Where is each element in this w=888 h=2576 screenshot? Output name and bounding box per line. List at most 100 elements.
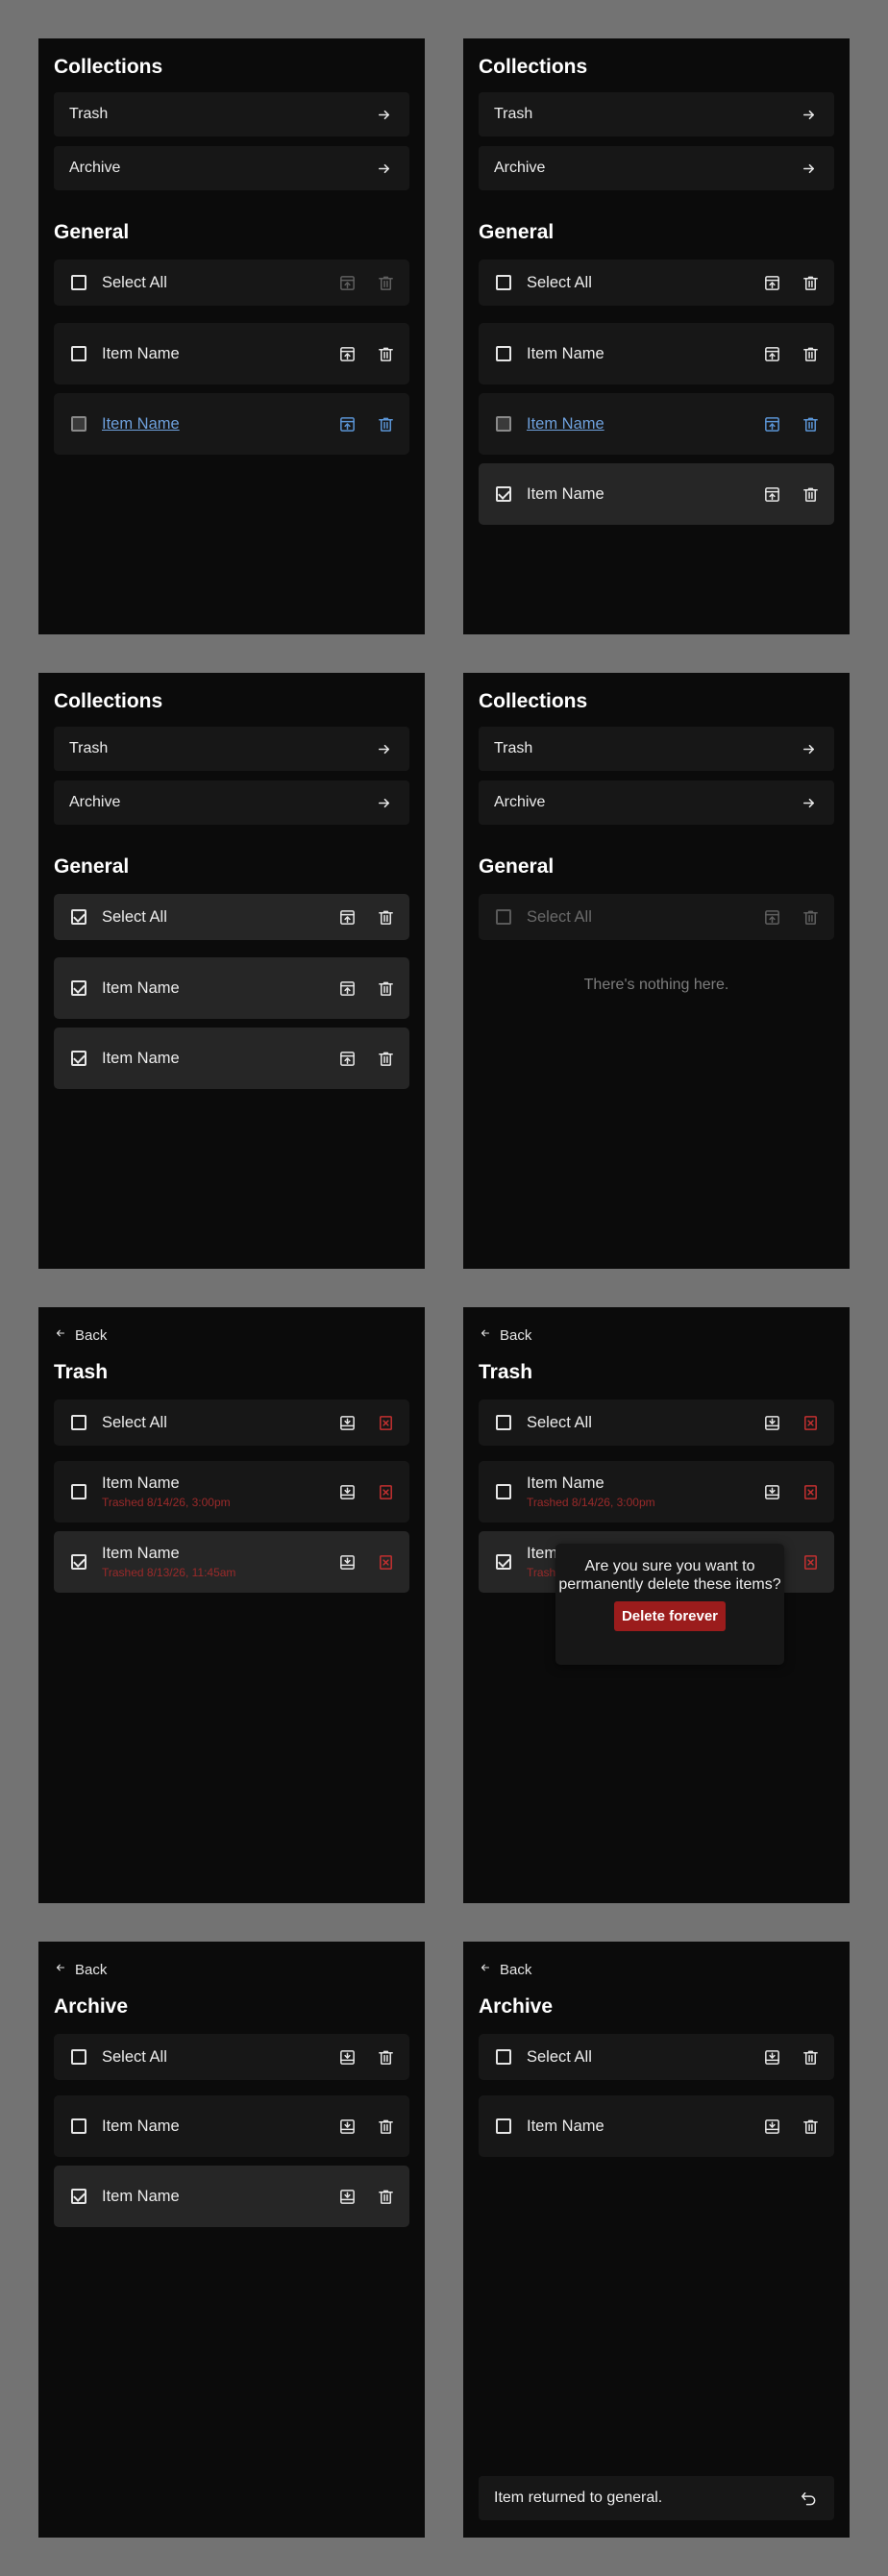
list-item-selected[interactable]: Item Name <box>479 463 834 525</box>
unarchive-icon[interactable] <box>761 2046 782 2068</box>
arrow-right-icon <box>373 792 394 813</box>
archive-icon[interactable] <box>336 1048 358 1069</box>
select-all-row[interactable]: Select All <box>54 2034 409 2080</box>
archived-item[interactable]: Item Name <box>479 2095 834 2157</box>
trash-icon[interactable] <box>375 978 396 999</box>
trash-icon[interactable] <box>375 2046 396 2068</box>
trash-icon[interactable] <box>375 343 396 364</box>
item-checkbox[interactable] <box>71 346 86 361</box>
nav-archive[interactable]: Archive <box>54 146 409 190</box>
trash-icon[interactable] <box>800 413 821 434</box>
archive-icon[interactable] <box>761 413 782 434</box>
item-checkbox[interactable] <box>496 1484 511 1499</box>
list-item-selected[interactable]: Item Name <box>54 957 409 1019</box>
back-link[interactable]: Back <box>54 1961 107 1978</box>
item-checkbox-checked[interactable] <box>496 486 511 502</box>
delete-x-icon[interactable] <box>800 1412 821 1433</box>
archive-icon[interactable] <box>761 272 782 293</box>
delete-x-icon[interactable] <box>375 1551 396 1573</box>
archived-item-selected[interactable]: Item Name <box>54 2166 409 2227</box>
select-all-row[interactable]: Select All <box>54 894 409 940</box>
select-all-checkbox[interactable] <box>496 1415 511 1430</box>
trash-icon[interactable] <box>375 2186 396 2207</box>
nav-trash[interactable]: Trash <box>479 92 834 136</box>
trash-icon[interactable] <box>800 272 821 293</box>
item-checkbox-checked[interactable] <box>71 1051 86 1066</box>
list-item-hover[interactable]: Item Name <box>54 393 409 455</box>
item-checkbox[interactable] <box>496 2118 511 2134</box>
list-item-selected[interactable]: Item Name <box>54 1028 409 1089</box>
trash-icon[interactable] <box>375 413 396 434</box>
select-all-row[interactable]: Select All <box>479 2034 834 2080</box>
undo-icon[interactable] <box>798 2488 819 2509</box>
trashed-item-selected[interactable]: Item NameTrashed 8/13/26, 11:45am <box>54 1531 409 1593</box>
item-checkbox[interactable] <box>71 416 86 432</box>
select-all-checkbox[interactable] <box>496 2049 511 2065</box>
archive-icon[interactable] <box>336 343 358 364</box>
item-checkbox[interactable] <box>71 2118 86 2134</box>
select-all-checkbox[interactable] <box>71 275 86 290</box>
nav-archive[interactable]: Archive <box>479 780 834 825</box>
unarchive-icon[interactable] <box>761 1412 782 1433</box>
back-link[interactable]: Back <box>479 1961 531 1978</box>
unarchive-icon[interactable] <box>761 2116 782 2137</box>
delete-x-icon[interactable] <box>800 1481 821 1502</box>
delete-x-icon[interactable] <box>375 1481 396 1502</box>
confirm-message: Are you sure you want to permanently del… <box>558 1558 781 1593</box>
unarchive-icon[interactable] <box>336 2046 358 2068</box>
archive-icon[interactable] <box>761 343 782 364</box>
archive-icon[interactable] <box>336 906 358 928</box>
empty-state-text: There's nothing here. <box>583 977 729 993</box>
nav-trash[interactable]: Trash <box>54 727 409 771</box>
item-checkbox-checked[interactable] <box>496 1554 511 1570</box>
nav-archive[interactable]: Archive <box>54 780 409 825</box>
item-checkbox-checked[interactable] <box>71 980 86 996</box>
select-all-checkbox[interactable] <box>496 275 511 290</box>
back-link[interactable]: Back <box>54 1326 107 1344</box>
nav-trash[interactable]: Trash <box>479 727 834 771</box>
trash-icon[interactable] <box>800 2046 821 2068</box>
unarchive-icon[interactable] <box>336 1551 358 1573</box>
item-checkbox-checked[interactable] <box>71 2189 86 2204</box>
list-item-hover[interactable]: Item Name <box>479 393 834 455</box>
nav-trash[interactable]: Trash <box>54 92 409 136</box>
nav-archive[interactable]: Archive <box>479 146 834 190</box>
trashed-item[interactable]: Item Name Trashed 8/14/26, 3:00pm <box>479 1461 834 1523</box>
select-all-checkbox[interactable] <box>71 2049 86 2065</box>
item-checkbox[interactable] <box>496 416 511 432</box>
delete-x-icon[interactable] <box>375 1412 396 1433</box>
item-checkbox[interactable] <box>496 346 511 361</box>
select-all-row[interactable]: Select All <box>54 260 409 306</box>
trash-icon[interactable] <box>800 483 821 505</box>
general-heading: General <box>54 855 130 878</box>
unarchive-icon[interactable] <box>336 1481 358 1502</box>
trash-icon[interactable] <box>375 272 396 293</box>
list-item[interactable]: Item Name <box>479 323 834 384</box>
delete-forever-button[interactable]: Delete forever <box>613 1601 727 1631</box>
archive-icon[interactable] <box>336 978 358 999</box>
list-item[interactable]: Item Name <box>54 323 409 384</box>
select-all-row[interactable]: Select All <box>479 260 834 306</box>
select-all-checkbox[interactable] <box>71 1415 86 1430</box>
trash-icon[interactable] <box>375 906 396 928</box>
select-all-row[interactable]: Select All <box>54 1399 409 1446</box>
trashed-item[interactable]: Item Name Trashed 8/14/26, 3:00pm <box>54 1461 409 1523</box>
trash-icon[interactable] <box>375 2116 396 2137</box>
unarchive-icon[interactable] <box>336 2186 358 2207</box>
archive-icon[interactable] <box>336 413 358 434</box>
item-checkbox-checked[interactable] <box>71 1554 86 1570</box>
back-link[interactable]: Back <box>479 1326 531 1344</box>
delete-x-icon[interactable] <box>800 1551 821 1573</box>
trash-icon[interactable] <box>800 343 821 364</box>
archive-icon[interactable] <box>336 272 358 293</box>
select-all-checkbox-checked[interactable] <box>71 909 86 925</box>
unarchive-icon[interactable] <box>336 2116 358 2137</box>
select-all-row[interactable]: Select All <box>479 1399 834 1446</box>
item-checkbox[interactable] <box>71 1484 86 1499</box>
archived-item[interactable]: Item Name <box>54 2095 409 2157</box>
trash-icon[interactable] <box>375 1048 396 1069</box>
unarchive-icon[interactable] <box>761 1481 782 1502</box>
archive-icon[interactable] <box>761 483 782 505</box>
unarchive-icon[interactable] <box>336 1412 358 1433</box>
trash-icon[interactable] <box>800 2116 821 2137</box>
